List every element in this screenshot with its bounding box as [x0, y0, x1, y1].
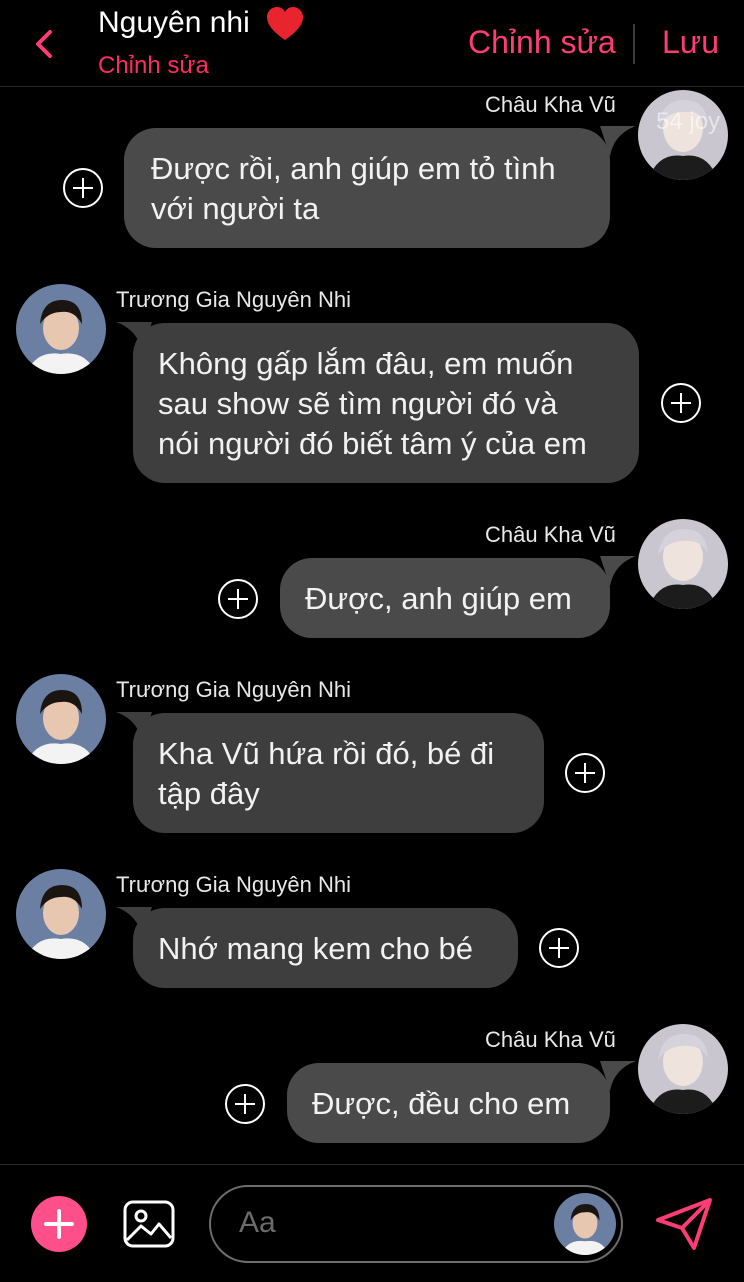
message-line: sau show sẽ tìm người đó và — [158, 386, 558, 421]
avatar-chau-kha-vu[interactable] — [638, 1024, 728, 1114]
message-sender: Trương Gia Nguyên Nhi — [116, 872, 351, 897]
add-reaction-icon[interactable] — [217, 578, 259, 620]
message-sender: Châu Kha Vũ — [485, 92, 616, 117]
chat-title: Nguyên nhi — [98, 6, 250, 39]
watermark-text: 54 joy — [656, 108, 721, 135]
image-icon[interactable] — [121, 1196, 177, 1252]
input-avatar[interactable] — [554, 1193, 616, 1255]
message-line: tập đây — [158, 776, 260, 811]
message-line: với người ta — [151, 191, 320, 226]
plus-icon — [44, 1209, 74, 1239]
message-bubble[interactable]: Được, đều cho em — [287, 1063, 610, 1143]
add-button[interactable] — [31, 1196, 87, 1252]
avatar-truong-gia-nguyen-nhi[interactable] — [16, 674, 106, 764]
message-bubble[interactable]: Nhớ mang kem cho bé — [133, 908, 518, 988]
add-reaction-icon[interactable] — [538, 927, 580, 969]
message-bubble[interactable]: Được, anh giúp em — [280, 558, 610, 638]
avatar-image — [638, 1024, 728, 1114]
message-line: Được, đều cho em — [312, 1086, 571, 1121]
avatar-image — [554, 1193, 616, 1255]
message-line: Được, anh giúp em — [305, 581, 572, 616]
avatar-image — [638, 519, 728, 609]
header-divider — [633, 24, 635, 64]
add-reaction-icon[interactable] — [660, 382, 702, 424]
heart-icon — [267, 7, 303, 40]
avatar-truong-gia-nguyen-nhi[interactable] — [16, 284, 106, 374]
message-line: Nhớ mang kem cho bé — [158, 931, 473, 966]
message-line: Được rồi, anh giúp em tỏ tình — [151, 151, 556, 186]
message-sender: Châu Kha Vũ — [485, 1027, 616, 1052]
add-reaction-icon[interactable] — [224, 1083, 266, 1125]
edit-button[interactable]: Chỉnh sửa — [468, 24, 616, 61]
avatar-chau-kha-vu[interactable] — [638, 519, 728, 609]
avatar-truong-gia-nguyen-nhi[interactable] — [16, 869, 106, 959]
message-input-placeholder: Aa — [239, 1206, 276, 1239]
chat-subtitle[interactable]: Chỉnh sửa — [98, 52, 209, 80]
message-bubble[interactable]: Được rồi, anh giúp em tỏ tình với người … — [124, 128, 610, 248]
add-reaction-icon[interactable] — [62, 167, 104, 209]
message-bubble[interactable]: Kha Vũ hứa rồi đó, bé đi tập đây — [133, 713, 544, 833]
message-sender: Châu Kha Vũ — [485, 522, 616, 547]
avatar-image — [16, 869, 106, 959]
message-line: Không gấp lắm đâu, em muốn — [158, 346, 574, 381]
message-line: Kha Vũ hứa rồi đó, bé đi — [158, 736, 495, 771]
back-chevron-icon[interactable] — [30, 24, 58, 64]
add-reaction-icon[interactable] — [564, 752, 606, 794]
message-sender: Trương Gia Nguyên Nhi — [116, 287, 351, 312]
save-button[interactable]: Lưu — [662, 24, 719, 61]
avatar-image — [16, 284, 106, 374]
send-icon[interactable] — [654, 1196, 714, 1252]
message-bubble[interactable]: Không gấp lắm đâu, em muốn sau show sẽ t… — [133, 323, 639, 483]
message-sender: Trương Gia Nguyên Nhi — [116, 677, 351, 702]
avatar-image — [16, 674, 106, 764]
message-line: nói người đó biết tâm ý của em — [158, 426, 587, 461]
